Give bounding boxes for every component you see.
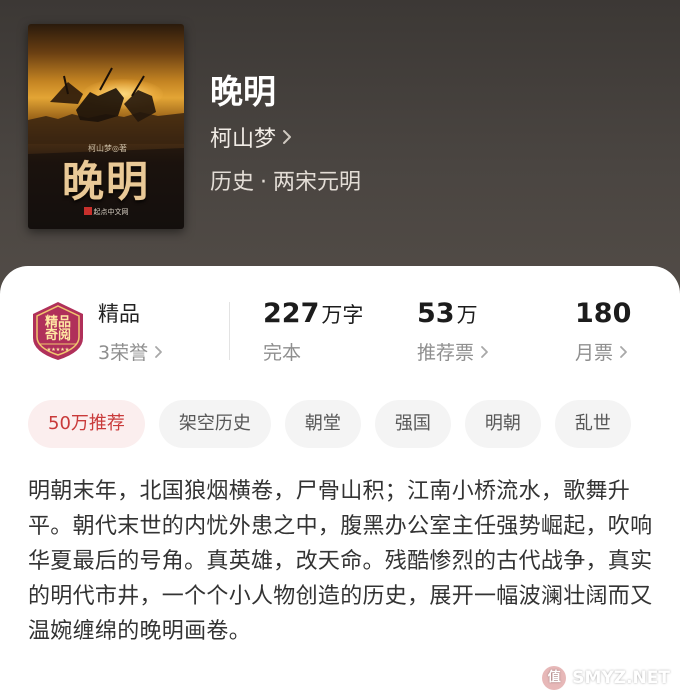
publisher-logo-icon — [83, 207, 92, 215]
tag-troubled-times[interactable]: 乱世 — [554, 400, 631, 448]
author-name: 柯山梦 — [210, 127, 277, 152]
stat-monthly-value: 180 — [575, 298, 632, 329]
stat-recommend-unit: 万 — [456, 303, 478, 327]
tag-alternate-history[interactable]: 架空历史 — [158, 400, 271, 448]
stat-monthly-votes[interactable]: 180 月票 — [575, 298, 631, 365]
badge-text: 精品 奇阅 — [32, 316, 84, 342]
stat-word-count: 227万字 完本 — [263, 298, 363, 365]
quality-badge-icon[interactable]: ★★★★★ 精品 奇阅 — [28, 300, 88, 362]
book-category: 历史 · 两宋元明 — [210, 164, 361, 196]
stat-word-count-value: 227 — [263, 298, 320, 329]
chevron-right-icon — [620, 345, 627, 358]
stat-quality[interactable]: 精品 3荣誉 — [98, 298, 163, 365]
stat-quality-label: 精品 — [98, 302, 140, 326]
svg-text:★★★★★: ★★★★★ — [47, 347, 70, 353]
stat-recommend-votes[interactable]: 53万 推荐票 — [417, 298, 489, 365]
tag-strong-nation[interactable]: 强国 — [374, 400, 451, 448]
tag-ming-dynasty[interactable]: 明朝 — [464, 400, 541, 448]
stat-quality-honors: 3荣誉 — [98, 342, 149, 364]
category-main: 历史 — [210, 170, 255, 195]
category-separator: · — [260, 170, 268, 195]
stat-completion-status: 完本 — [263, 342, 302, 364]
cover-title: 晚明 — [61, 157, 150, 206]
stat-word-count-unit: 万字 — [321, 303, 364, 327]
tag-50w-recommend[interactable]: 50万推荐 — [28, 400, 145, 448]
stats-divider — [229, 302, 230, 360]
chevron-right-icon — [283, 130, 292, 144]
stat-monthly-label: 月票 — [575, 342, 614, 364]
tag-court[interactable]: 朝堂 — [284, 400, 361, 448]
cover-publisher: 起点中文网 — [28, 207, 184, 217]
category-sub: 两宋元明 — [273, 170, 362, 195]
tag-list: 50万推荐 架空历史 朝堂 强国 明朝 乱世 — [28, 400, 645, 448]
book-title: 晚明 — [210, 72, 276, 111]
stat-recommend-value: 53 — [417, 298, 455, 329]
watermark-text: SMYZ.NET — [572, 668, 670, 688]
book-description[interactable]: 明朝末年，北国狼烟横卷，尸骨山积；江南小桥流水，歌舞升平。朝代末世的内忧外患之中… — [28, 474, 658, 649]
stat-recommend-label: 推荐票 — [417, 342, 475, 364]
cover-publisher-name: 起点中文网 — [93, 208, 129, 216]
chevron-right-icon — [155, 345, 162, 358]
book-cover[interactable]: 柯山梦◎著 晚明 起点中文网 — [28, 24, 184, 229]
chevron-right-icon — [481, 345, 488, 358]
author-link[interactable]: 柯山梦 — [210, 121, 292, 153]
site-watermark: 值 SMYZ.NET — [542, 666, 670, 690]
watermark-logo-icon: 值 — [542, 666, 567, 690]
badge-line-2: 奇阅 — [44, 328, 71, 343]
